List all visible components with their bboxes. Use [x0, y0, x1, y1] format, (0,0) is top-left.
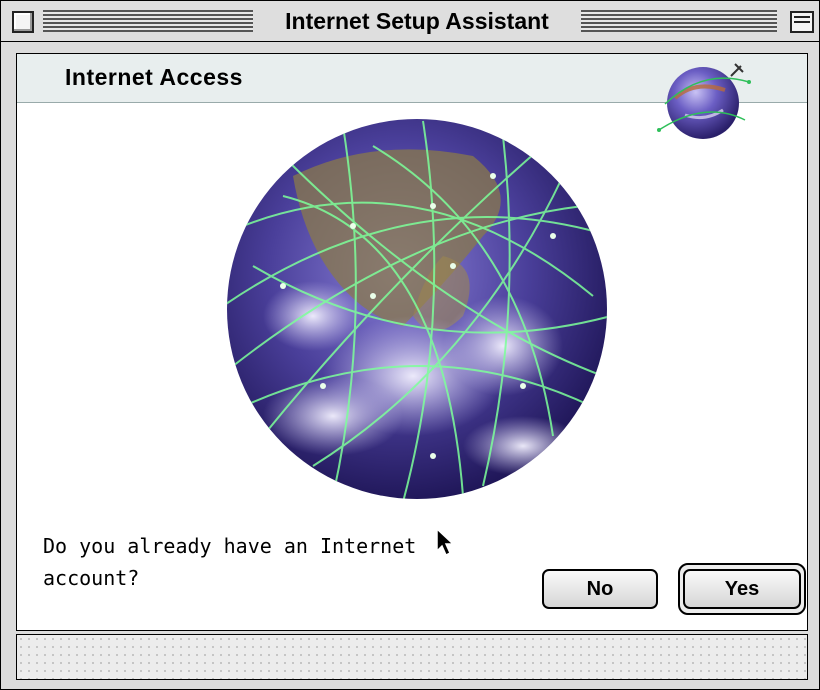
question-line-2: account? — [43, 566, 140, 590]
earth-network-globe-icon — [227, 119, 607, 499]
setup-assistant-window: Internet Setup Assistant Internet Access — [0, 0, 820, 690]
yes-button[interactable]: Yes — [683, 569, 801, 609]
footer-bar — [16, 634, 808, 680]
title-bar-stripes-right — [581, 10, 777, 32]
collapse-box-icon[interactable] — [790, 11, 814, 33]
window-title: Internet Setup Assistant — [253, 1, 581, 41]
internet-globe-icon — [657, 63, 751, 139]
question-line-1: Do you already have an Internet — [43, 534, 417, 558]
title-bar-stripes-left — [43, 10, 253, 32]
no-button[interactable]: No — [542, 569, 658, 609]
close-box-icon[interactable] — [12, 11, 34, 33]
page-title: Internet Access — [65, 64, 243, 90]
arrow-cursor-icon — [436, 527, 455, 557]
title-bar[interactable]: Internet Setup Assistant — [1, 1, 819, 42]
question-text: Do you already have an Internet account? — [43, 530, 416, 594]
content-panel: Internet Access Do you already have an I… — [16, 53, 808, 631]
